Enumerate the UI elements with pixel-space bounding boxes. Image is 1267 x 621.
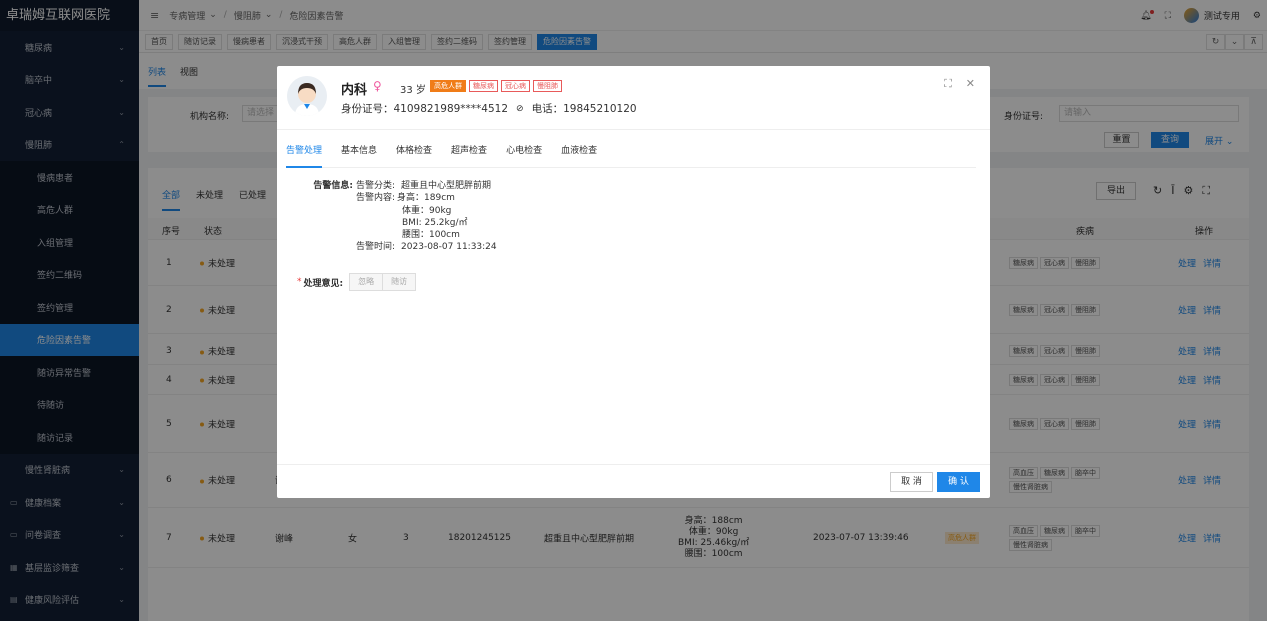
content-line: 体重：90kg xyxy=(402,205,452,216)
patient-tags: 高危人群 糖尿病 冠心病 慢阻肺 xyxy=(430,80,562,92)
phone-number: 电话：19845210120 xyxy=(531,103,637,115)
eye-off-icon[interactable]: ⊘ xyxy=(516,104,524,114)
tab-ultrasound[interactable]: 超声检查 xyxy=(451,140,487,168)
content-line: BMI: 25.2kg/㎡ xyxy=(402,217,468,228)
patient-id-line: 身份证号：4109821989****4512 ⊘ 电话：19845210120 xyxy=(341,101,637,116)
tag-copd: 慢阻肺 xyxy=(533,80,562,92)
tag-coronary: 冠心病 xyxy=(501,80,530,92)
id-number: 身份证号：4109821989****4512 xyxy=(341,103,509,115)
tab-basic-info[interactable]: 基本信息 xyxy=(341,140,377,168)
tab-ecg[interactable]: 心电检查 xyxy=(506,140,542,168)
patient-modal: 内科 ♀ 33 岁 高危人群 糖尿病 冠心病 慢阻肺 身份证号：41098219… xyxy=(277,66,990,498)
category-value: 超重且中心型肥胖前期 xyxy=(401,181,492,191)
tag-high-risk: 高危人群 xyxy=(430,80,466,92)
time-label: 告警时间: xyxy=(356,242,396,253)
patient-age: 33 岁 xyxy=(400,85,426,96)
tag-diabetes: 糖尿病 xyxy=(469,80,498,92)
required-mark: * xyxy=(297,277,302,287)
category-label: 告警分类: xyxy=(356,181,396,191)
confirm-button[interactable]: 确 认 xyxy=(937,472,980,492)
app-root: 卓瑞姆互联网医院 糖尿病 ⌄ 脑卒中 ⌄ 冠心病 ⌄ 慢阻肺 ⌃ 慢病患者 高危人群 入组管理 签约二… xyxy=(0,0,1267,621)
female-icon: ♀ xyxy=(373,79,382,93)
alert-info-label: 告警信息: xyxy=(313,181,353,191)
opinion-label: 处理意见: xyxy=(303,278,344,289)
ignore-button[interactable]: 忽略 xyxy=(349,273,384,291)
content-line: 腰围：100cm xyxy=(402,230,460,241)
modal-controls: ⛶ ✕ xyxy=(944,77,975,91)
tab-blood-test[interactable]: 血液检查 xyxy=(561,140,597,168)
fullscreen-icon[interactable]: ⛶ xyxy=(944,77,952,91)
alert-info: 告警信息: 告警分类: 超重且中心型肥胖前期 告警内容: 身高：189cm 体重… xyxy=(306,180,497,254)
tab-alert-handle[interactable]: 告警处理 xyxy=(286,140,323,168)
close-icon[interactable]: ✕ xyxy=(966,77,975,91)
time-value: 2023-08-07 11:33:24 xyxy=(401,242,497,253)
patient-avatar xyxy=(287,76,327,116)
followup-button[interactable]: 随访 xyxy=(383,273,417,291)
modal-footer: 取 消 确 认 xyxy=(277,464,990,498)
opinion-field: * 处理意见: 忽略 随访 xyxy=(297,273,417,291)
cancel-button[interactable]: 取 消 xyxy=(890,472,933,492)
content-line: 身高：189cm xyxy=(397,193,455,204)
modal-header: 内科 ♀ 33 岁 高危人群 糖尿病 冠心病 慢阻肺 身份证号：41098219… xyxy=(277,66,990,130)
tab-physical-exam[interactable]: 体格检查 xyxy=(396,140,432,168)
content-label: 告警内容: xyxy=(356,193,396,204)
modal-tabs: 告警处理 基本信息 体格检查 超声检查 心电检查 血液检查 xyxy=(286,140,976,168)
patient-name: 内科 xyxy=(341,83,368,98)
